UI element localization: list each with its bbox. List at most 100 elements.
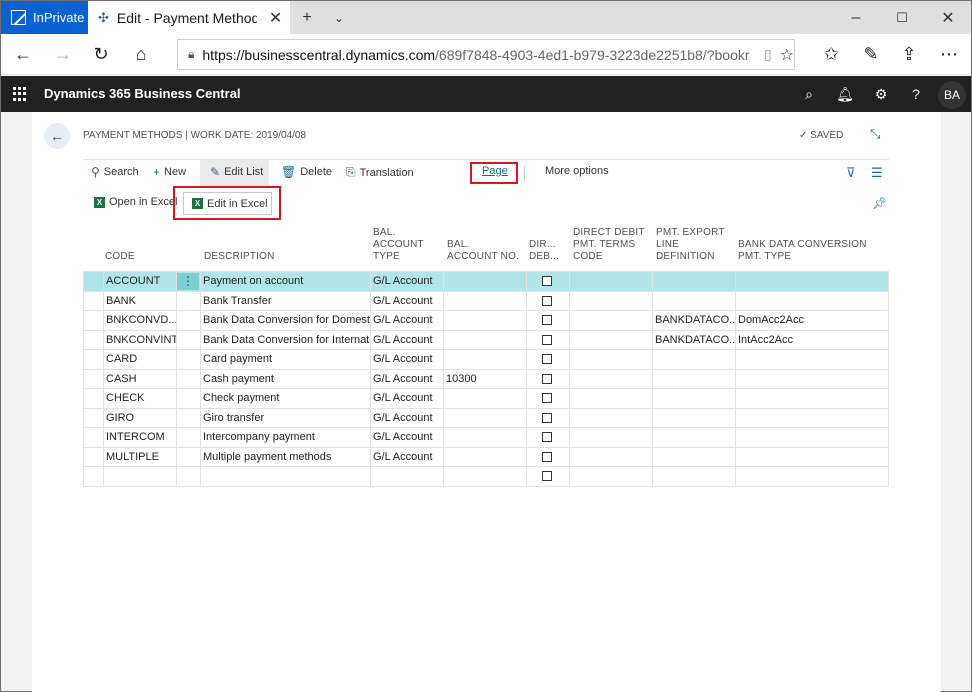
cell-pmt-export[interactable]: [652, 292, 735, 311]
cell-account-type[interactable]: G/L Account: [370, 292, 443, 311]
cell-account-no[interactable]: [443, 467, 526, 486]
direct-debit-checkbox[interactable]: [542, 412, 552, 423]
collapse-page-icon[interactable]: ⤡: [870, 126, 880, 142]
share-icon[interactable]: ⇪: [889, 34, 929, 75]
direct-debit-checkbox[interactable]: [542, 432, 552, 442]
page-back-button[interactable]: ←: [44, 123, 70, 149]
tab-close-icon[interactable]: ✕: [269, 8, 282, 28]
col-header-bal-account-type[interactable]: BAL. ACCOUNT TYPE: [373, 227, 424, 263]
more-menu-icon[interactable]: ⋯: [929, 34, 969, 75]
settings-gear-icon[interactable]: ⚙: [871, 84, 891, 104]
cell-pmt-export[interactable]: [652, 409, 735, 428]
app-launcher-icon[interactable]: [13, 87, 27, 101]
cell-description[interactable]: Check payment: [200, 389, 370, 408]
cell-pmt-export[interactable]: BANKDATACO...: [652, 331, 735, 350]
new-tab-icon[interactable]: +: [297, 1, 317, 34]
cell-account-type[interactable]: G/L Account: [370, 409, 443, 428]
cell-description[interactable]: Bank Data Conversion for Domest...: [200, 311, 370, 330]
delete-action[interactable]: 🗑︎ Delete: [281, 165, 332, 179]
pin-icon[interactable]: 📌︎: [872, 196, 887, 210]
direct-debit-checkbox[interactable]: [542, 276, 552, 286]
table-row[interactable]: CARD Card payment G/L Account: [84, 350, 888, 370]
search-action[interactable]: ⚲ Search: [91, 165, 139, 179]
cell-pmt-export[interactable]: [652, 467, 735, 486]
direct-debit-checkbox[interactable]: [542, 393, 552, 403]
refresh-icon[interactable]: ↻: [81, 34, 121, 75]
cell-bank-data-conversion[interactable]: [735, 292, 885, 311]
cell-description[interactable]: Giro transfer: [200, 409, 370, 428]
cell-account-no[interactable]: 10300: [443, 370, 526, 389]
list-view-icon[interactable]: ☰: [871, 165, 883, 181]
cell-account-no[interactable]: [443, 389, 526, 408]
reading-view-icon[interactable]: ▯: [764, 46, 772, 63]
cell-code[interactable]: BNKCONVINT: [103, 331, 176, 350]
cell-description[interactable]: Card payment: [200, 350, 370, 369]
edit-in-excel-button[interactable]: X Edit in Excel: [183, 192, 272, 215]
cell-account-no[interactable]: [443, 272, 526, 291]
cell-account-no[interactable]: [443, 292, 526, 311]
cell-code[interactable]: BNKCONVD...: [103, 311, 176, 330]
avatar[interactable]: BA: [938, 81, 966, 109]
cell-bank-data-conversion[interactable]: [735, 467, 885, 486]
cell-description[interactable]: Cash payment: [200, 370, 370, 389]
cell-bank-data-conversion[interactable]: [735, 272, 885, 291]
cell-account-type[interactable]: G/L Account: [370, 272, 443, 291]
home-icon[interactable]: ⌂: [121, 34, 161, 75]
cell-code[interactable]: INTERCOM: [103, 428, 176, 447]
window-close-icon[interactable]: ✕: [937, 1, 959, 34]
translation-action[interactable]: ⎘ Translation: [346, 165, 414, 180]
col-header-dd-pmt-terms[interactable]: DIRECT DEBIT PMT. TERMS CODE: [573, 227, 645, 263]
direct-debit-checkbox[interactable]: [542, 451, 552, 462]
edit-list-action[interactable]: ✎ Edit List: [210, 165, 263, 179]
minimize-icon[interactable]: –: [845, 1, 867, 34]
table-row[interactable]: BANK Bank Transfer G/L Account: [84, 291, 888, 311]
cell-bank-data-conversion[interactable]: IntAcc2Acc: [735, 331, 885, 350]
direct-debit-checkbox[interactable]: [542, 471, 552, 481]
direct-debit-checkbox[interactable]: [542, 373, 552, 384]
cell-pmt-export[interactable]: [652, 428, 735, 447]
cell-bank-data-conversion[interactable]: [735, 389, 885, 408]
cell-description[interactable]: Multiple payment methods: [200, 448, 370, 467]
cell-bank-data-conversion[interactable]: [735, 428, 885, 447]
col-header-direct-debit[interactable]: DIR... DEB...: [529, 239, 559, 263]
cell-pmt-export[interactable]: [652, 272, 735, 291]
col-header-code[interactable]: CODE: [105, 251, 135, 263]
cell-description[interactable]: Bank Data Conversion for Internat...: [200, 331, 370, 350]
cell-description[interactable]: Bank Transfer: [200, 292, 370, 311]
cell-account-no[interactable]: [443, 428, 526, 447]
table-row[interactable]: MULTIPLE Multiple payment methods G/L Acco…: [84, 447, 888, 467]
col-header-bank-data-conversion[interactable]: BANK DATA CONVERSION PMT. TYPE: [738, 239, 867, 263]
direct-debit-checkbox[interactable]: [542, 295, 552, 306]
favorites-icon[interactable]: ✩: [811, 34, 851, 75]
cell-account-type[interactable]: G/L Account: [370, 389, 443, 408]
cell-account-type[interactable]: G/L Account: [370, 311, 443, 330]
filter-icon[interactable]: ⊽: [846, 165, 856, 181]
table-row[interactable]: ACCOUNT Payment on account G/L Account ⋮: [84, 272, 888, 292]
col-header-bal-account-no[interactable]: BAL. ACCOUNT NO.: [447, 239, 519, 263]
favorite-star-icon[interactable]: ☆: [780, 45, 794, 65]
notes-pen-icon[interactable]: ✎: [851, 34, 891, 75]
cell-account-no[interactable]: [443, 311, 526, 330]
maximize-icon[interactable]: ☐: [891, 1, 913, 34]
forward-nav-icon[interactable]: →: [43, 34, 83, 75]
cell-description[interactable]: Payment on account: [200, 272, 370, 291]
cell-description[interactable]: [200, 467, 370, 486]
cell-code[interactable]: GIRO: [103, 409, 176, 428]
table-row[interactable]: CASH Cash payment G/L Account 10300: [84, 369, 888, 389]
cell-pmt-export[interactable]: [652, 350, 735, 369]
cell-account-type[interactable]: G/L Account: [370, 350, 443, 369]
open-in-excel-action[interactable]: X Open in Excel: [94, 196, 177, 208]
cell-account-type[interactable]: G/L Account: [370, 428, 443, 447]
cell-account-type[interactable]: G/L Account: [370, 448, 443, 467]
cell-account-type[interactable]: G/L Account: [370, 370, 443, 389]
cell-account-type[interactable]: [370, 467, 443, 486]
col-header-pmt-export[interactable]: PMT. EXPORT LINE DEFINITION: [656, 227, 725, 263]
new-action[interactable]: + New: [153, 165, 186, 179]
cell-pmt-export[interactable]: BANKDATACO...: [652, 311, 735, 330]
cell-bank-data-conversion[interactable]: [735, 350, 885, 369]
cell-bank-data-conversion[interactable]: [735, 448, 885, 467]
table-row[interactable]: INTERCOM Intercompany payment G/L Account: [84, 428, 888, 448]
tab-list-chevron-icon[interactable]: ⌄: [329, 1, 349, 34]
row-actions-icon[interactable]: ⋮: [177, 273, 199, 290]
more-options-action[interactable]: More options: [545, 165, 609, 177]
